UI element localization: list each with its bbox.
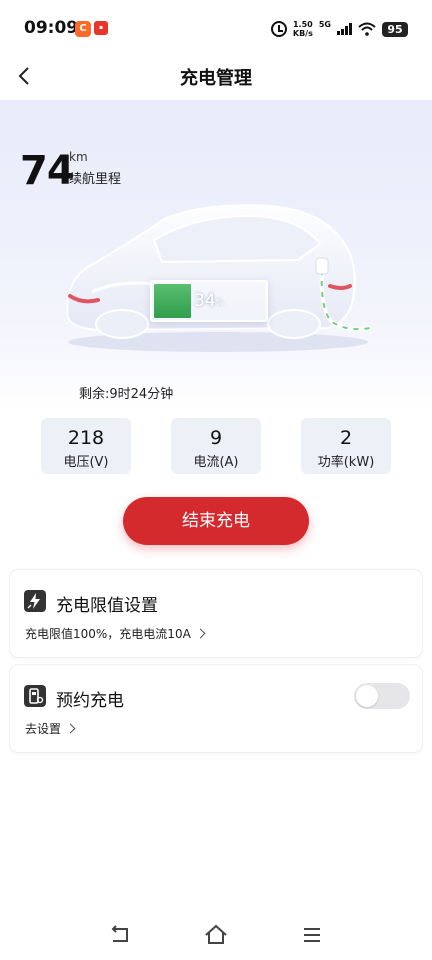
- back-icon[interactable]: [105, 920, 135, 950]
- vehicle-hero: 74 km 续航里程 34 % 剩余:9时24分钟: [0, 100, 432, 410]
- system-nav-bar: [0, 910, 432, 960]
- charging-stats: 218 电压(V) 9 电流(A) 2 功率(kW): [0, 418, 432, 474]
- remaining-time: 剩余:9时24分钟: [79, 387, 174, 402]
- home-icon[interactable]: [201, 920, 231, 950]
- chevron-right-icon: [65, 723, 76, 734]
- battery-percent-sign: %: [216, 298, 224, 307]
- stat-current: 9 电流(A): [171, 418, 261, 474]
- charging-pile-icon: [24, 685, 46, 707]
- reserve-settings-link[interactable]: 去设置: [25, 720, 76, 737]
- stat-label: 电流(A): [193, 455, 239, 470]
- charge-limit-card[interactable]: 充电限值设置 充电限值100%，充电电流10A: [10, 570, 422, 657]
- stat-value: 218: [67, 427, 105, 449]
- status-bar: 09:09 C ▪ 1.50 KB/s 5G 95: [0, 0, 432, 56]
- page-title: 充电管理: [180, 68, 252, 89]
- alarm-icon: [270, 21, 287, 37]
- battery-icon: 95: [382, 21, 408, 37]
- status-time: 09:09: [24, 18, 79, 38]
- net-speed: 1.50 KB/s: [293, 20, 313, 38]
- range-value: 74: [20, 148, 75, 194]
- battery-fill: [154, 284, 191, 318]
- charge-limit-subtitle[interactable]: 充电限值100%，充电电流10A: [25, 625, 206, 642]
- charge-limit-summary: 充电限值100%，充电电流10A: [25, 627, 191, 641]
- reserve-settings-label: 去设置: [25, 722, 62, 736]
- battery-level-indicator: 34 %: [150, 280, 268, 322]
- wifi-icon: [358, 22, 376, 36]
- menu-icon[interactable]: [297, 920, 327, 950]
- chevron-right-icon: [195, 628, 206, 639]
- reserve-charging-card: 预约充电 去设置: [10, 665, 422, 752]
- stat-label: 电压(V): [63, 455, 109, 470]
- range-label: 续航里程: [69, 172, 122, 187]
- charge-limit-title: 充电限值设置: [56, 596, 158, 616]
- network-type: 5G: [318, 19, 331, 29]
- app-notification-icon-2: ▪: [94, 21, 108, 35]
- net-speed-unit: KB/s: [292, 29, 313, 38]
- stat-power: 2 功率(kW): [301, 418, 391, 474]
- toggle-knob: [356, 685, 378, 707]
- stop-charging-button[interactable]: 结束充电: [123, 497, 309, 545]
- battery-percent: 34: [194, 291, 216, 311]
- stat-value: 2: [339, 427, 353, 449]
- range-unit: km: [69, 150, 88, 164]
- reserve-charging-title: 预约充电: [56, 691, 124, 711]
- status-icons: 1.50 KB/s 5G 95: [270, 18, 408, 40]
- stat-value: 9: [209, 427, 223, 449]
- stat-label: 功率(kW): [317, 455, 375, 470]
- signal-icon: [337, 23, 352, 35]
- title-bar: 充电管理: [0, 56, 432, 96]
- lightning-icon: [24, 590, 46, 612]
- net-speed-value: 1.50: [292, 20, 313, 29]
- app-notification-icon: C: [75, 21, 91, 37]
- stat-voltage: 218 电压(V): [41, 418, 131, 474]
- reserve-charging-toggle[interactable]: [354, 683, 410, 709]
